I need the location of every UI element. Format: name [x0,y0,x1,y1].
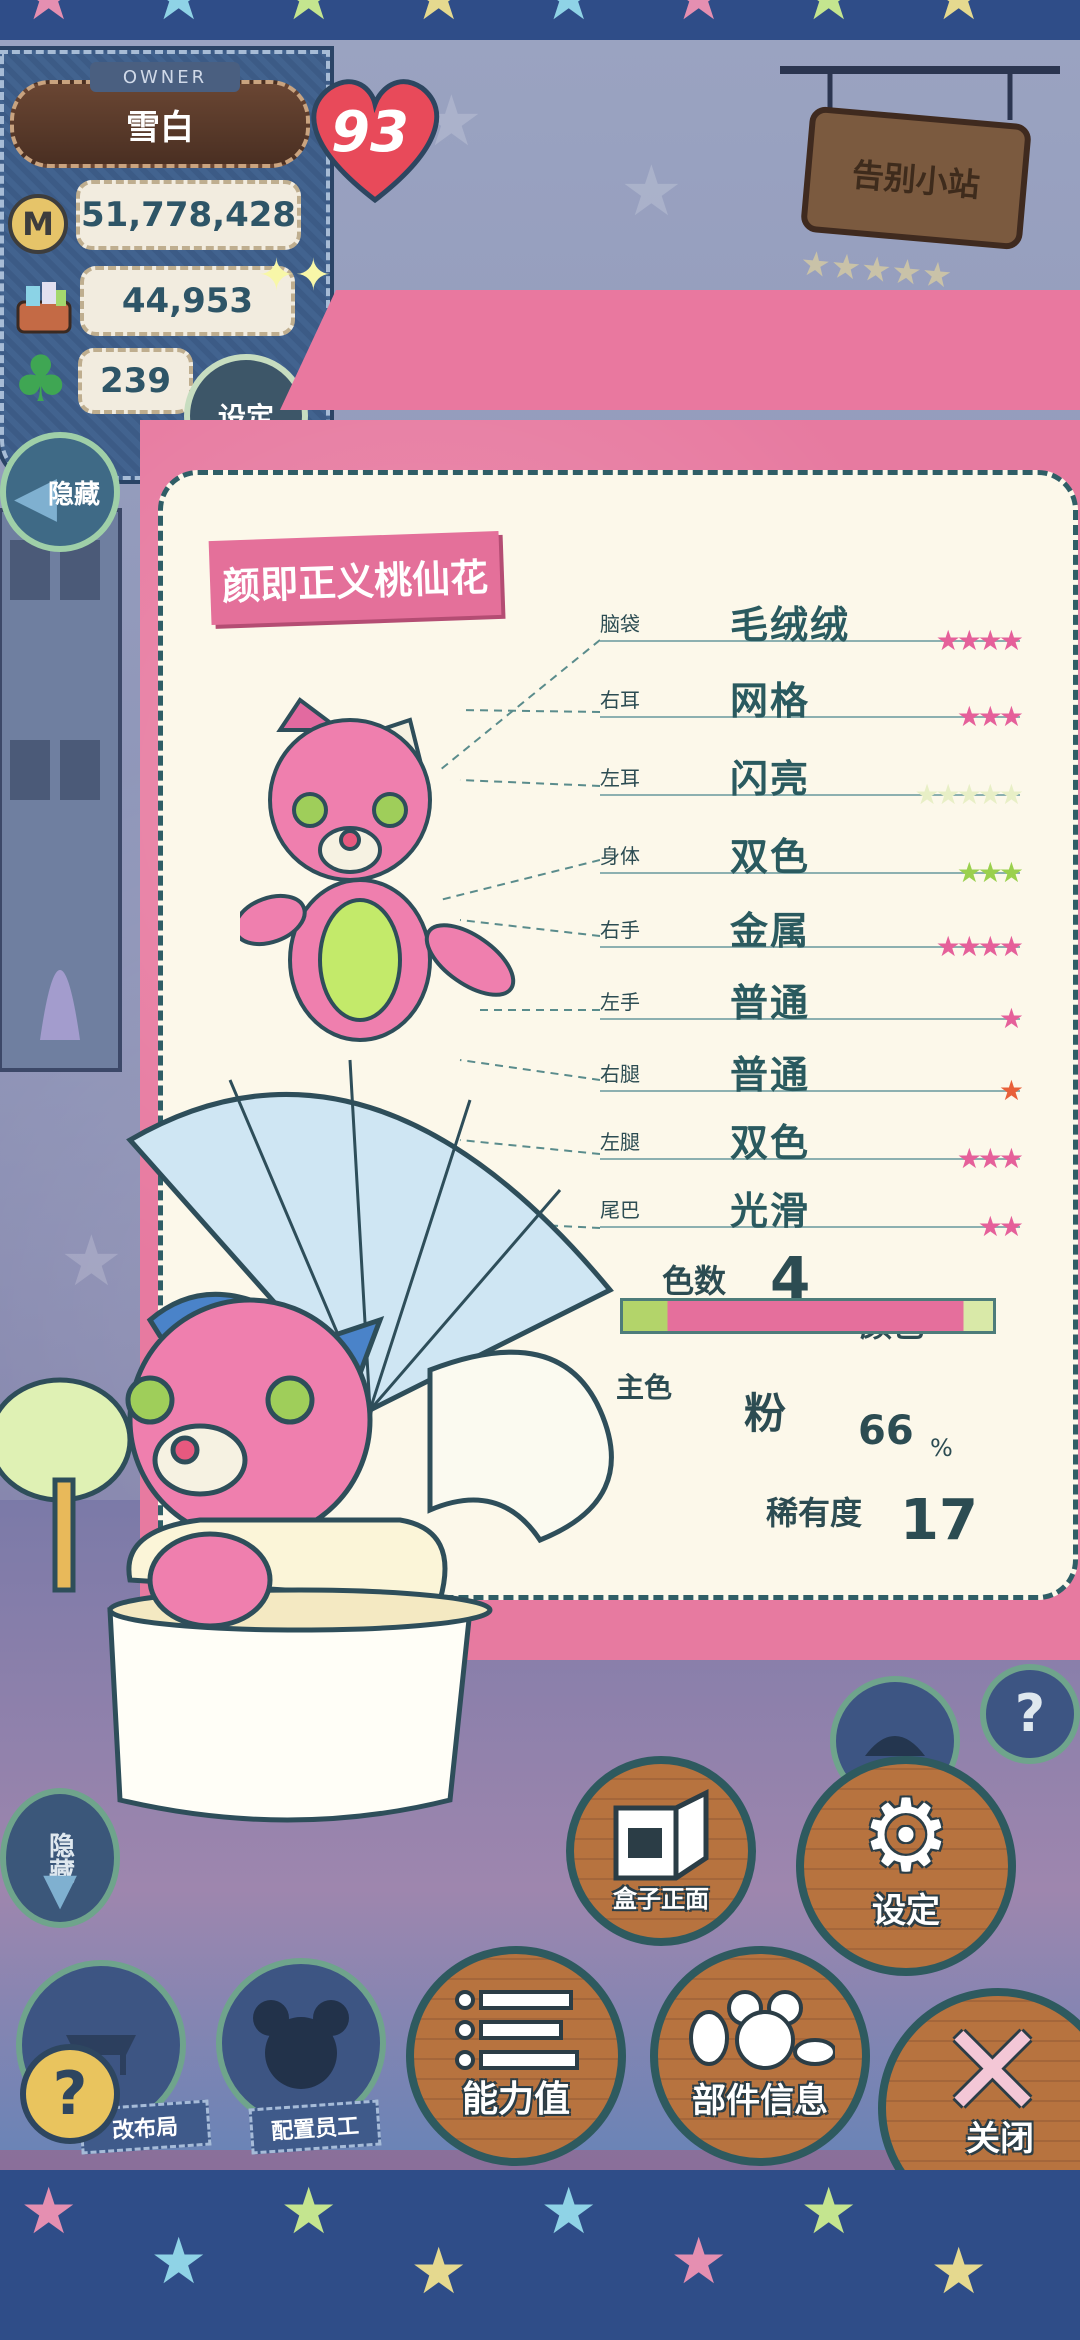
part-stars: ★★★★ [935,624,1024,657]
bear-parts-icon [689,1990,835,2070]
sparkle-icon: ✦✦ [258,250,332,301]
owner-tag: OWNER [90,62,240,92]
owner-name: 雪白 [10,80,310,168]
farewell-station-sign[interactable]: 告别小站 [799,105,1033,251]
main-color-value: 粉 [744,1389,787,1438]
box-top [280,290,1080,410]
parts-info-button[interactable]: 部件信息 [650,1946,870,2166]
part-value: 普通 [730,981,811,1025]
box-icon [613,1788,709,1881]
help-button-left[interactable]: ? [20,2044,120,2144]
staff-label: 配置员工 [248,2099,382,2155]
bear-doll-display[interactable] [240,690,550,1050]
part-stars: ★★★ [956,856,1024,889]
hide-button-top[interactable]: ◀ 隐藏 [0,432,120,552]
character-bear[interactable] [0,1280,660,1840]
part-row: 右腿 普通 ★ [600,1044,1024,1114]
hide-label: 隐藏 [47,479,100,510]
part-stars: ★ [998,1074,1024,1107]
part-stars: ★★★ [956,700,1024,733]
part-label: 身体 [600,844,640,868]
part-row: 右手 金属 ★★★★ [600,900,1024,970]
part-stars: ★★★★ [935,930,1024,963]
part-row: 尾巴 光滑 ★★ [600,1180,1024,1250]
part-value: 金属 [730,909,811,953]
part-value: 光滑 [730,1189,811,1233]
owner-level: 93 [331,100,409,165]
part-label: 左耳 [600,766,640,790]
part-value: 闪亮 [730,757,811,801]
help-button-right[interactable]: ? [980,1664,1080,1764]
clover-icon: ♣ [12,343,70,417]
rarity-label: 稀有度 [766,1494,863,1532]
part-value: 双色 [730,1121,811,1165]
parts-info-label: 部件信息 [692,2081,828,2121]
box-front-button[interactable]: 盒子正面 [566,1756,756,1946]
part-value: 双色 [730,835,811,879]
hide-button-lower[interactable]: 隐藏 ▼ [0,1788,120,1928]
bear-head-icon [253,2000,349,2089]
basket-icon [12,276,76,338]
part-value: 网格 [730,679,811,723]
card-title: 颜即正义桃仙花 [208,530,502,626]
part-row: 身体 双色 ★★★ [600,826,1024,896]
part-row: 脑袋 毛绒绒 ★★★★ [600,594,1024,664]
part-stars: ★★ [977,1210,1024,1243]
part-value: 普通 [730,1053,811,1097]
color-count-label: 色数 [662,1262,727,1300]
rarity-value: 17 [900,1488,978,1553]
part-row: 左手 普通 ★ [600,972,1024,1042]
close-icon: ✕ [938,1995,1047,2147]
percent-unit: % [930,1434,953,1462]
part-row: 左腿 双色 ★★★ [600,1112,1024,1182]
part-label: 脑袋 [600,612,640,636]
top-star-border: ★ ★ ★ ★ ★ ★ ★ ★ [0,0,1080,40]
part-row: 左耳 闪亮 ★★★★★ [600,748,1024,818]
part-row: 右耳 网格 ★★★ [600,670,1024,740]
part-stars: ★★★★★ [914,778,1023,811]
building-decoration [0,508,122,1072]
main-color-percent: 66 [858,1408,914,1454]
part-label: 左手 [600,990,640,1014]
part-stars: ★ [998,1002,1024,1035]
gear-icon: ⚙ [861,1777,951,1894]
part-label: 右耳 [600,688,640,712]
clovers-value: 239 [78,348,193,414]
part-stars: ★★★ [956,1142,1024,1175]
arrow-down-icon: ▼ [43,1864,77,1915]
coins-value: 51,778,428 [76,180,301,250]
part-label: 右手 [600,918,640,942]
settings-button[interactable]: ⚙ 设定 [796,1756,1016,1976]
color-bar [620,1298,996,1334]
part-value: 毛绒绒 [730,603,851,647]
coin-icon: M [8,194,68,254]
stats-button[interactable]: 能力值 [406,1946,626,2166]
bottom-star-border: ★ ★ ★ ★ ★ ★ ★ ★ [0,2170,1080,2340]
list-icon [455,1990,579,2070]
